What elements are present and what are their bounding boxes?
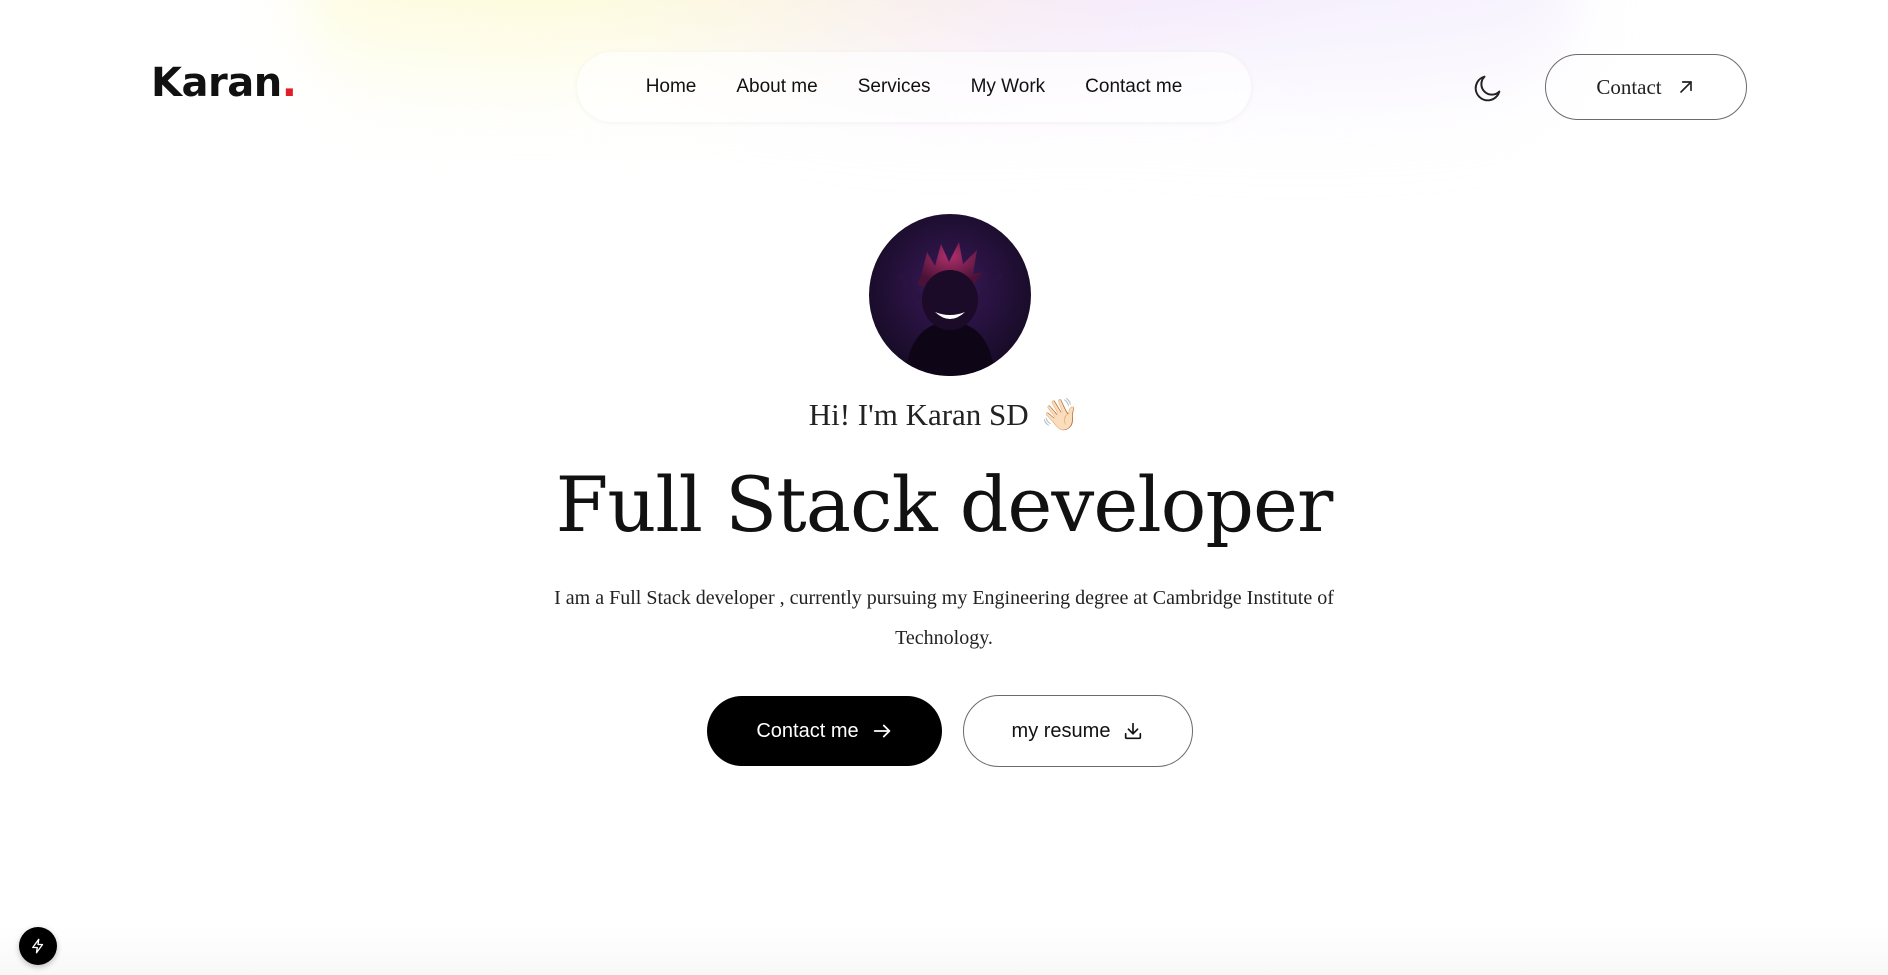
- avatar-image: [869, 214, 1031, 376]
- arrow-right-icon: [873, 724, 890, 738]
- moon-icon: [1474, 75, 1501, 102]
- contact-me-label: Contact me: [756, 719, 859, 742]
- header-contact-label: Contact: [1596, 74, 1662, 99]
- hero-description: I am a Full Stack developer , currently …: [554, 587, 1334, 649]
- hero-greeting: Hi! I'm Karan SD 👋🏻: [0, 396, 1888, 433]
- nav-item-home[interactable]: Home: [646, 76, 697, 98]
- main-nav: Home About me Services My Work Contact m…: [577, 52, 1251, 122]
- profile-avatar: [869, 214, 1031, 376]
- header-contact-button[interactable]: Contact: [1545, 54, 1747, 120]
- waving-hand-icon: 👋🏻: [1040, 397, 1080, 432]
- site-logo[interactable]: Karan.: [151, 60, 297, 106]
- page: Karan. Home About me Services My Work Co…: [0, 0, 1888, 975]
- resume-download-button[interactable]: my resume: [963, 695, 1193, 767]
- greeting-text: Hi! I'm Karan SD: [808, 396, 1029, 432]
- contact-me-button[interactable]: Contact me: [707, 696, 942, 766]
- hero-title: Full Stack developer: [555, 460, 1334, 549]
- arrow-up-right-icon: [1679, 81, 1692, 93]
- dev-tools-badge[interactable]: [19, 927, 57, 965]
- logo-dot: .: [281, 60, 297, 106]
- logo-text: Karan: [151, 60, 282, 106]
- nav-item-about[interactable]: About me: [736, 76, 817, 98]
- bottom-shade: [0, 925, 1888, 975]
- lightning-icon: [32, 938, 44, 954]
- resume-label: my resume: [1011, 719, 1111, 742]
- nav-item-contact[interactable]: Contact me: [1085, 76, 1182, 98]
- download-icon: [1125, 722, 1142, 740]
- nav-item-services[interactable]: Services: [858, 76, 931, 98]
- theme-toggle-button[interactable]: [1469, 69, 1507, 107]
- nav-item-my-work[interactable]: My Work: [971, 76, 1046, 98]
